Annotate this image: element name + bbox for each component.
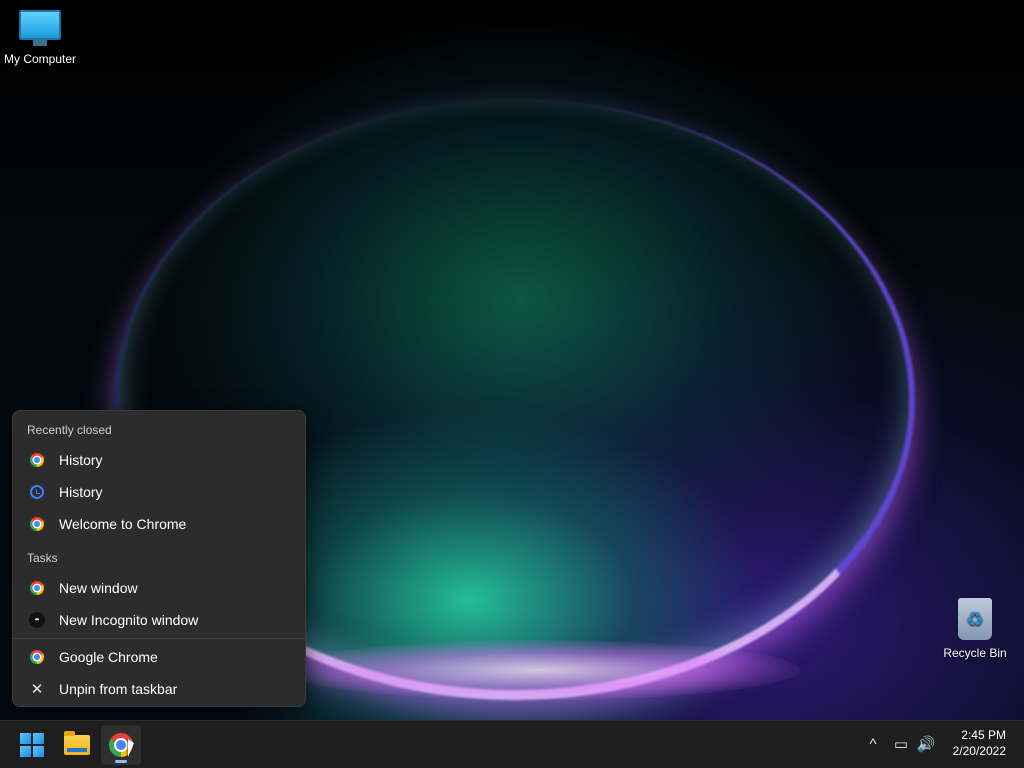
mouse-pointer-icon [128, 739, 134, 757]
windows-logo-icon [20, 733, 44, 757]
incognito-icon: ◓ [29, 612, 45, 628]
desktop-icon-label: Recycle Bin [943, 646, 1007, 660]
folder-icon [64, 731, 90, 755]
jump-list-item-label: New window [59, 580, 138, 596]
google-chrome-taskbar-button[interactable] [101, 725, 141, 765]
history-icon [29, 484, 45, 500]
desktop-icon-my-computer[interactable]: My Computer [0, 10, 80, 66]
chrome-icon [29, 516, 45, 532]
jump-list-item-label: Google Chrome [59, 649, 158, 665]
taskbar-clock[interactable]: 2:45 PM 2/20/2022 [953, 727, 1006, 759]
start-button[interactable] [12, 725, 52, 765]
jump-list-item-label: Unpin from taskbar [59, 681, 178, 697]
chrome-icon [29, 452, 45, 468]
jump-list-item-label: History [59, 484, 103, 500]
desktop-icon-recycle-bin[interactable]: ♻ Recycle Bin [935, 598, 1015, 660]
chrome-icon [29, 649, 45, 665]
show-hidden-icons-chevron-icon[interactable]: ^ [861, 732, 885, 756]
monitor-icon [19, 10, 61, 46]
chrome-jump-list: Recently closed History History Welcome … [12, 410, 306, 707]
task-new-incognito-window[interactable]: ◓ New Incognito window [17, 605, 303, 635]
unpin-icon: ✕ [30, 681, 44, 698]
network-icon[interactable]: ▭ [889, 732, 913, 756]
launch-google-chrome[interactable]: Google Chrome [17, 642, 303, 672]
jump-list-item-label: Welcome to Chrome [59, 516, 187, 532]
clock-time: 2:45 PM [961, 728, 1006, 742]
chrome-icon [29, 580, 45, 596]
running-indicator [115, 760, 127, 763]
jump-list-item-label: New Incognito window [59, 612, 199, 628]
recently-closed-heading: Recently closed [27, 423, 112, 437]
wallpaper-glow [280, 640, 800, 700]
recently-closed-item-history[interactable]: History [17, 445, 303, 475]
desktop-icon-label: My Computer [3, 52, 77, 66]
recently-closed-item-welcome[interactable]: Welcome to Chrome [17, 509, 303, 539]
task-new-window[interactable]: New window [17, 573, 303, 603]
clock-date: 2/20/2022 [952, 744, 1006, 758]
file-explorer-button[interactable] [57, 725, 97, 765]
tasks-heading: Tasks [27, 551, 58, 565]
unpin-from-taskbar[interactable]: ✕ Unpin from taskbar [17, 674, 303, 704]
recycle-bin-icon: ♻ [958, 598, 992, 640]
jump-list-item-label: History [59, 452, 103, 468]
jump-list-divider [13, 638, 305, 639]
recently-closed-item-history-page[interactable]: History [17, 477, 303, 507]
volume-icon[interactable]: 🔊 [914, 732, 938, 756]
